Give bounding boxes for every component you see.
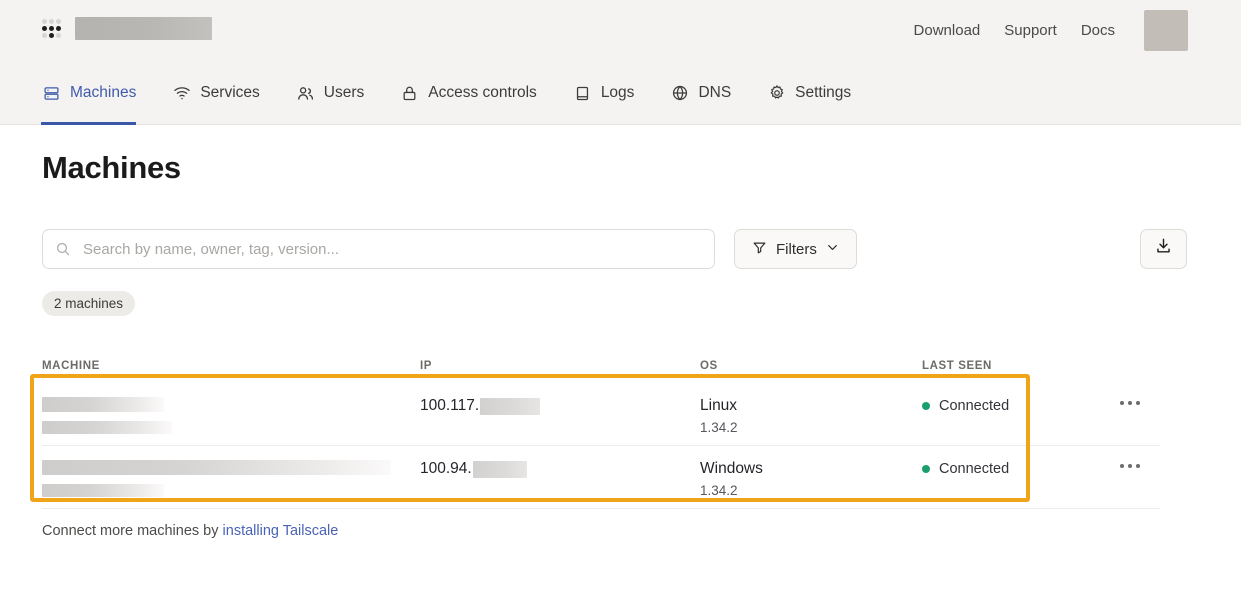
status-dot-icon <box>922 465 930 473</box>
download-icon <box>1154 237 1173 261</box>
nav-label-settings: Settings <box>795 84 852 101</box>
nav-item-services[interactable]: Services <box>172 61 275 125</box>
machines-table: MACHINE IP OS LAST SEEN 100.117. Linux 1… <box>42 350 1160 509</box>
machine-os-cell: Windows 1.34.2 <box>700 460 922 498</box>
nav-label-services: Services <box>200 84 260 101</box>
search-input[interactable] <box>81 239 702 259</box>
table-header-row: MACHINE IP OS LAST SEEN <box>42 350 1160 372</box>
nav-item-machines[interactable]: Machines <box>40 61 152 125</box>
ip-suffix-redacted <box>480 397 541 415</box>
machine-name-redacted <box>42 397 164 412</box>
machine-name-redacted <box>42 460 391 475</box>
lock-icon <box>400 84 419 103</box>
docs-link[interactable]: Docs <box>1081 20 1115 41</box>
os-name: Linux <box>700 397 738 414</box>
funnel-icon <box>752 240 767 259</box>
status-badge: Connected <box>939 461 1010 477</box>
kebab-menu-icon[interactable] <box>1100 397 1160 405</box>
filters-label: Filters <box>776 240 817 258</box>
search-icon <box>55 241 71 257</box>
machine-os-cell: Linux 1.34.2 <box>700 397 922 435</box>
row-actions-cell <box>1100 397 1160 405</box>
wifi-icon <box>172 84 191 103</box>
machine-subtitle-redacted <box>42 421 172 434</box>
filters-button[interactable]: Filters <box>734 229 857 269</box>
header-last-seen: LAST SEEN <box>922 360 992 372</box>
top-nav-links: Download Support Docs <box>914 20 1115 41</box>
book-icon <box>573 84 592 103</box>
os-version: 1.34.2 <box>700 483 738 498</box>
nav-label-dns: DNS <box>698 84 732 101</box>
nav-label-users: Users <box>323 84 365 101</box>
page-title: Machines <box>42 150 181 185</box>
table-controls: Filters <box>42 229 857 269</box>
search-box[interactable] <box>42 229 715 269</box>
app-grid-icon[interactable] <box>42 19 61 38</box>
footer-note-text: Connect more machines by <box>42 523 223 539</box>
nav-item-access-controls[interactable]: Access controls <box>400 61 553 125</box>
row-actions-cell <box>1100 460 1160 468</box>
machine-count-badge: 2 machines <box>42 291 136 316</box>
globe-icon <box>670 84 689 103</box>
main-nav: Machines Services Users Access controls … <box>0 61 1241 125</box>
nav-item-users[interactable]: Users <box>296 61 380 125</box>
ip-prefix: 100.94. <box>420 460 472 477</box>
nav-item-settings[interactable]: Settings <box>767 61 867 125</box>
machine-subtitle-redacted <box>42 484 164 497</box>
ip-prefix: 100.117. <box>420 397 480 414</box>
users-icon <box>296 84 315 103</box>
gear-icon <box>767 84 786 103</box>
download-link[interactable]: Download <box>914 20 981 41</box>
machine-name-cell[interactable] <box>42 460 420 497</box>
server-stack-icon <box>42 84 61 103</box>
kebab-menu-icon[interactable] <box>1100 460 1160 468</box>
footer-note: Connect more machines by installing Tail… <box>42 523 338 539</box>
chevron-down-icon <box>826 241 839 258</box>
status-badge: Connected <box>939 398 1010 414</box>
os-version: 1.34.2 <box>700 420 738 435</box>
support-link[interactable]: Support <box>1004 20 1057 41</box>
machine-ip-cell: 100.117. <box>420 397 700 415</box>
header-os: OS <box>700 360 718 372</box>
machine-status-cell: Connected <box>922 460 1100 477</box>
nav-label-access-controls: Access controls <box>428 84 537 101</box>
nav-label-machines: Machines <box>70 84 137 101</box>
header-ip: IP <box>420 360 433 372</box>
organization-logo-redacted <box>75 17 212 40</box>
header-machine: MACHINE <box>42 360 100 372</box>
machines-page: Download Support Docs Machines Services … <box>0 0 1241 609</box>
export-button[interactable] <box>1140 229 1187 269</box>
table-row[interactable]: 100.117. Linux 1.34.2 Connected <box>42 383 1160 446</box>
brand-group[interactable] <box>42 17 212 40</box>
nav-item-dns[interactable]: DNS <box>670 61 747 125</box>
os-name: Windows <box>700 460 763 477</box>
nav-label-logs: Logs <box>600 84 635 101</box>
install-tailscale-link[interactable]: installing Tailscale <box>223 523 339 539</box>
ip-suffix-redacted <box>472 460 527 478</box>
table-row[interactable]: 100.94. Windows 1.34.2 Connected <box>42 446 1160 509</box>
machine-ip-cell: 100.94. <box>420 460 700 478</box>
avatar[interactable] <box>1144 10 1188 51</box>
machine-status-cell: Connected <box>922 397 1100 414</box>
status-dot-icon <box>922 402 930 410</box>
machine-name-cell[interactable] <box>42 397 420 434</box>
nav-item-logs[interactable]: Logs <box>573 61 651 125</box>
top-bar: Download Support Docs <box>0 0 1241 61</box>
